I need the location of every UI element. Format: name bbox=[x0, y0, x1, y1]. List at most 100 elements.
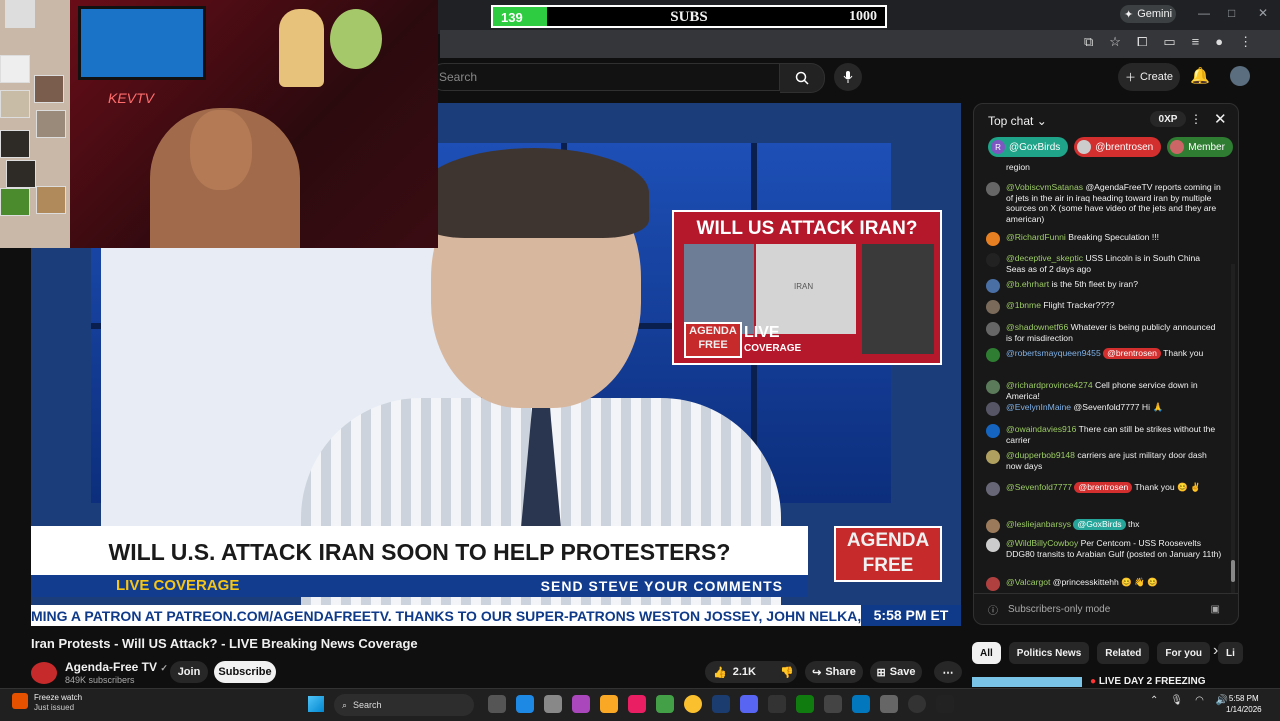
like-button[interactable]: 👍 2.1K 👎 bbox=[705, 661, 797, 683]
pinned-chip-goxbirds[interactable]: R @GoxBirds bbox=[988, 137, 1069, 157]
chat-author[interactable]: @b.ehrhart bbox=[1006, 279, 1049, 289]
avatar[interactable] bbox=[986, 182, 1000, 196]
chat-author[interactable]: @Sevenfold7777 bbox=[1006, 482, 1072, 492]
copilot-icon[interactable] bbox=[572, 695, 590, 713]
unreal-icon[interactable] bbox=[936, 695, 954, 713]
scroll-thumb[interactable] bbox=[1231, 560, 1235, 582]
minimize-button[interactable]: — bbox=[1198, 6, 1210, 20]
edge-icon[interactable] bbox=[516, 695, 534, 713]
app-g-icon[interactable] bbox=[768, 695, 786, 713]
install-icon[interactable]: ⧉ bbox=[1084, 34, 1093, 50]
chat-author[interactable]: @shadownetf66 bbox=[1006, 322, 1068, 332]
kebab-menu-icon[interactable]: ⋮ bbox=[1239, 34, 1252, 50]
avatar[interactable] bbox=[986, 300, 1000, 314]
chip-related[interactable]: Related bbox=[1097, 642, 1150, 664]
chat-author[interactable]: @dupperbob9148 bbox=[1006, 450, 1075, 460]
close-icon[interactable]: ✕ bbox=[1214, 110, 1227, 128]
avatar[interactable] bbox=[986, 402, 1000, 416]
create-button[interactable]: ＋ Create bbox=[1118, 63, 1180, 91]
more-actions-button[interactable]: ⋯ bbox=[934, 661, 962, 683]
wifi-icon[interactable]: ◠ bbox=[1195, 695, 1204, 706]
xbox-icon[interactable] bbox=[796, 695, 814, 713]
chat-author[interactable]: @lesliejanbarsys bbox=[1006, 519, 1071, 529]
media-icon[interactable] bbox=[908, 695, 926, 713]
avatar[interactable] bbox=[986, 482, 1000, 496]
recommendation-thumbnail[interactable] bbox=[972, 677, 1082, 687]
chat-author[interactable]: @RichardFunni bbox=[1006, 232, 1066, 242]
pinned-chip-member[interactable]: Member bbox=[1167, 137, 1233, 157]
chat-mode-dropdown[interactable]: Top chat ⌄ bbox=[988, 114, 1047, 128]
mention-badge[interactable]: @brentrosen bbox=[1074, 482, 1133, 493]
extensions-icon[interactable]: ⧠ bbox=[1137, 34, 1147, 50]
chrome-icon[interactable] bbox=[684, 695, 702, 713]
thumbs-down-icon[interactable]: 👎 bbox=[780, 666, 794, 679]
chat-author[interactable]: @1bnme bbox=[1006, 300, 1041, 310]
subscribe-button[interactable]: Subscribe bbox=[214, 661, 276, 683]
avatar[interactable] bbox=[986, 519, 1000, 533]
file-explorer-icon[interactable] bbox=[600, 695, 618, 713]
photos-icon[interactable] bbox=[852, 695, 870, 713]
channel-name[interactable]: Agenda-Free TV ✓ bbox=[65, 660, 168, 674]
save-button[interactable]: ⊞ Save bbox=[870, 661, 922, 683]
search-input[interactable]: Search bbox=[430, 63, 780, 91]
maximize-button[interactable]: □ bbox=[1228, 6, 1235, 20]
profile-icon[interactable]: ● bbox=[1215, 34, 1223, 50]
chat-author[interactable]: @EvelynInMaine bbox=[1006, 402, 1071, 412]
weather-notification[interactable]: Freeze watch Just issued bbox=[12, 693, 122, 713]
system-clock[interactable]: 5:58 PM 1/14/2026 bbox=[1226, 693, 1262, 715]
avatar[interactable] bbox=[986, 253, 1000, 267]
channel-avatar[interactable] bbox=[31, 662, 57, 684]
avatar[interactable] bbox=[986, 232, 1000, 246]
voice-search-button[interactable] bbox=[834, 63, 862, 91]
task-view-icon[interactable] bbox=[488, 695, 506, 713]
account-avatar[interactable] bbox=[1230, 66, 1250, 86]
chat-author[interactable]: @VobiscvmSatanas bbox=[1006, 182, 1083, 192]
chat-author[interactable]: @WildBillyCowboy bbox=[1006, 538, 1078, 548]
avatar[interactable] bbox=[986, 577, 1000, 591]
chat-input-area[interactable]: ⓘ Subscribers-only mode ▣ bbox=[974, 593, 1238, 624]
chat-author[interactable]: @deceptive_skeptic bbox=[1006, 253, 1083, 263]
xp-badge[interactable]: 0XP bbox=[1150, 111, 1186, 127]
recommendation-title[interactable]: ● LIVE DAY 2 FREEZING bbox=[1090, 676, 1206, 687]
chip-politics-news[interactable]: Politics News bbox=[1008, 642, 1090, 664]
discord-icon[interactable] bbox=[740, 695, 758, 713]
chat-author[interactable]: @Valcargot bbox=[1006, 577, 1050, 587]
gemini-button[interactable]: ✦ Gemini bbox=[1120, 5, 1176, 23]
playlist-icon[interactable]: ≡ bbox=[1192, 34, 1200, 50]
music-icon[interactable] bbox=[628, 695, 646, 713]
chat-scrollbar[interactable] bbox=[1231, 264, 1235, 594]
chip-live[interactable]: Li bbox=[1218, 642, 1243, 664]
avatar[interactable] bbox=[986, 348, 1000, 362]
avatar[interactable] bbox=[986, 424, 1000, 438]
search-button[interactable] bbox=[780, 63, 825, 93]
steam-icon[interactable] bbox=[712, 695, 730, 713]
obs-icon[interactable] bbox=[880, 695, 898, 713]
excel-icon[interactable] bbox=[656, 695, 674, 713]
avatar[interactable] bbox=[986, 538, 1000, 552]
chat-menu-icon[interactable]: ⋮ bbox=[1190, 112, 1202, 126]
pinned-chip-brentrosen[interactable]: @brentrosen bbox=[1074, 137, 1162, 157]
avatar[interactable] bbox=[986, 450, 1000, 464]
chevron-up-icon[interactable]: ⌃ bbox=[1150, 695, 1158, 706]
avatar[interactable] bbox=[986, 380, 1000, 394]
cast-icon[interactable]: ▭ bbox=[1163, 34, 1175, 50]
share-button[interactable]: ↪ Share bbox=[805, 661, 863, 683]
chat-author[interactable]: @richardprovince4274 bbox=[1006, 380, 1093, 390]
notifications-bell-icon[interactable]: 🔔 bbox=[1190, 66, 1210, 86]
taskbar-search[interactable]: ⌕ Search bbox=[334, 694, 474, 716]
avatar[interactable] bbox=[986, 279, 1000, 293]
avatar[interactable] bbox=[986, 322, 1000, 336]
chat-author[interactable]: @owaindavies916 bbox=[1006, 424, 1076, 434]
app-icon[interactable] bbox=[824, 695, 842, 713]
windows-start-icon[interactable] bbox=[308, 696, 324, 712]
join-button[interactable]: Join bbox=[170, 661, 208, 683]
chip-for-you[interactable]: For you bbox=[1157, 642, 1211, 664]
bookmark-star-icon[interactable]: ☆ bbox=[1109, 34, 1121, 50]
mic-icon[interactable]: 🎙 bbox=[1170, 695, 1183, 706]
chat-author[interactable]: @robertsmayqueen9455 bbox=[1006, 348, 1101, 358]
mention-badge[interactable]: @GoxBirds bbox=[1073, 519, 1126, 530]
money-icon[interactable]: ▣ bbox=[1211, 604, 1220, 615]
settings-icon[interactable] bbox=[544, 695, 562, 713]
chevron-right-icon[interactable]: › bbox=[1213, 642, 1218, 660]
mention-badge[interactable]: @brentrosen bbox=[1103, 348, 1161, 359]
